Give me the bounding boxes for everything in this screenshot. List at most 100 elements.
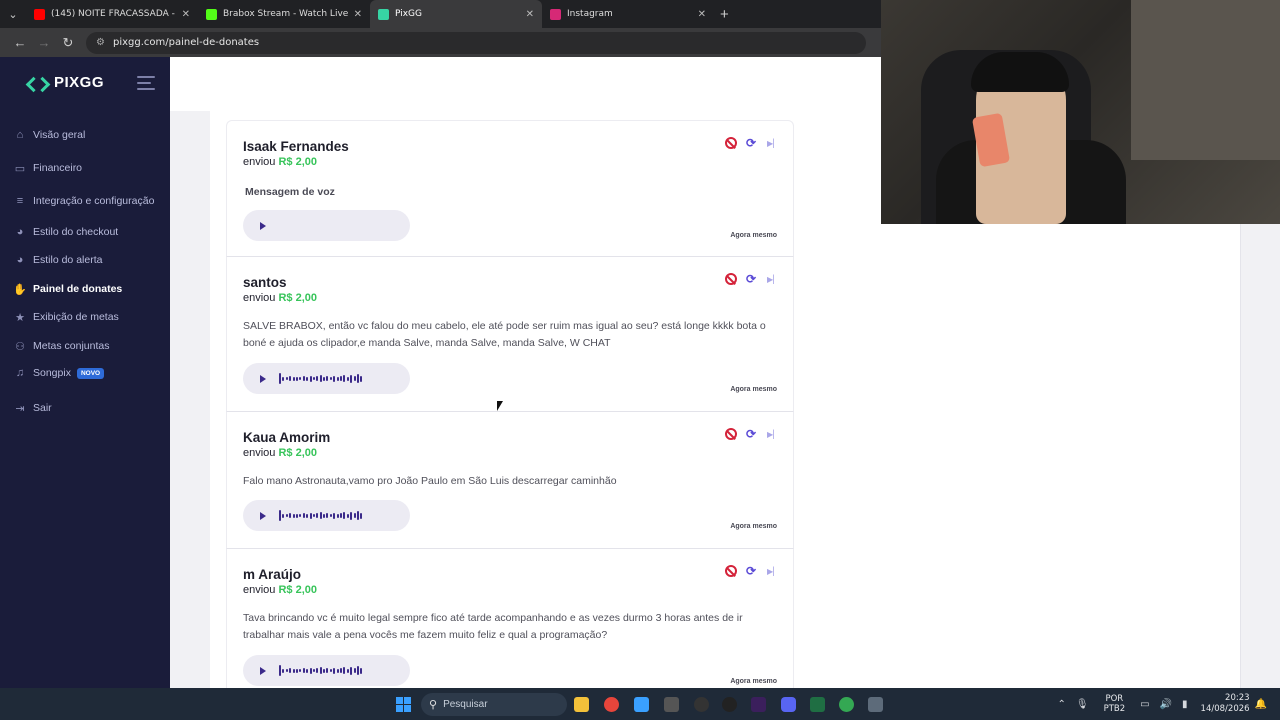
sidebar-item-label: Estilo do checkout [33,226,119,238]
app-icon[interactable] [722,697,737,712]
block-icon[interactable] [725,273,737,285]
browser-tab-pixgg[interactable]: PixGG ✕ [370,0,542,28]
donation-amount: R$ 2,00 [278,156,318,168]
sidebar-item-financeiro[interactable]: ▭ Financeiro [14,162,82,175]
right-panel [881,224,1241,688]
close-tab-icon[interactable]: ✕ [526,9,534,20]
sidebar-item-painel-donates[interactable]: ✋ Painel de donates [13,283,123,296]
waveform-bar [356,666,359,675]
sidebar-item-exibicao-metas[interactable]: ★ Exibição de metas [14,311,119,324]
sidebar-item-sair[interactable]: ⇥ Sair [14,402,51,415]
top-header [170,57,881,111]
donation-amount-line: enviou R$ 2,00 [243,447,317,459]
waveform-bar [360,512,363,519]
clock[interactable]: 20:23 14/08/2026 [1201,693,1250,715]
replay-icon[interactable]: ⟳ [746,428,758,440]
audio-player[interactable] [243,500,410,531]
skip-icon[interactable]: ▶▏ [767,139,779,148]
waveform-bar [326,376,329,381]
audio-waveform [279,509,364,523]
browser-tab-kick[interactable]: Brabox Stream - Watch Live on ✕ [198,0,370,28]
waveform-bar [329,669,332,672]
play-icon[interactable] [260,511,266,520]
waveform-bar [312,669,315,672]
forward-arrow-icon[interactable]: → [32,35,56,50]
waveform-bar [360,667,363,674]
tab-title: Instagram [567,9,613,19]
clock-date: 14/08/2026 [1200,704,1250,714]
wallet-icon: ▭ [14,162,26,175]
obs-icon[interactable] [694,697,709,712]
skip-icon[interactable]: ▶▏ [767,567,779,576]
sidebar-item-visao-geral[interactable]: ⌂ Visão geral [14,129,86,141]
home-icon: ⌂ [16,129,24,141]
play-icon[interactable] [260,374,266,383]
network-icon[interactable]: ▭ [1140,699,1149,710]
back-arrow-icon[interactable]: ← [8,35,32,50]
microphone-icon[interactable]: 🎙 [1076,699,1089,710]
donation-amount-line: enviou R$ 2,00 [243,156,317,168]
audio-waveform [279,664,364,678]
replay-icon[interactable]: ⟳ [746,137,758,149]
hand-coins-icon: ✋ [13,283,27,296]
tab-search-chevron-icon[interactable]: ⌄ [0,0,26,28]
waveform-bar [343,512,346,519]
skip-icon[interactable]: ▶▏ [767,275,779,284]
skip-icon[interactable]: ▶▏ [767,430,779,439]
close-tab-icon[interactable]: ✕ [354,9,362,20]
chrome-icon[interactable] [604,697,619,712]
chevron-up-icon[interactable]: ⌃ [1057,699,1065,710]
replay-icon[interactable]: ⟳ [746,273,758,285]
waveform-bar [282,668,285,673]
browser-tab-instagram[interactable]: Instagram ✕ [542,0,714,28]
sidebar-item-metas-conjuntas[interactable]: ⚇ Metas conjuntas [14,340,110,353]
battery-icon[interactable]: ▮ [1182,699,1188,710]
block-icon[interactable] [725,565,737,577]
block-icon[interactable] [725,137,737,149]
chrome-icon[interactable] [839,697,854,712]
play-icon[interactable] [260,666,266,675]
block-icon[interactable] [725,428,737,440]
sidebar-item-label: Metas conjuntas [33,340,110,352]
browser-tab-youtube[interactable]: (145) NOITE FRACASSADA - HE ✕ [26,0,198,28]
sidebar-item-estilo-alerta[interactable]: ◕ Estilo do alerta [14,254,103,266]
replay-icon[interactable]: ⟳ [746,565,758,577]
close-tab-icon[interactable]: ✕ [182,9,190,20]
discord-icon[interactable] [781,697,796,712]
waveform-bar [312,514,315,517]
app-icon[interactable] [664,697,679,712]
calculator-icon[interactable] [868,697,883,712]
app-icon[interactable] [634,697,649,712]
sidebar-item-integracao[interactable]: ≡ Integração e configuração [14,195,155,207]
notifications-icon[interactable]: 🔔 [1255,699,1267,710]
file-explorer-icon[interactable] [574,697,589,712]
sidebar-item-songpix[interactable]: ♫ Songpix NOVO [14,367,105,379]
app-icon[interactable] [751,697,766,712]
play-icon[interactable] [260,221,266,230]
waveform-bar [295,376,298,381]
url-input[interactable]: ⚙ pixgg.com/painel-de-donates [86,31,866,54]
taskbar-search[interactable]: ⚲ Pesquisar [421,693,567,716]
donation-amount: R$ 2,00 [278,292,318,304]
site-settings-icon[interactable]: ⚙ [96,37,105,48]
new-tab-icon[interactable]: + [720,6,729,23]
windows-start-icon[interactable] [396,697,411,712]
mouse-cursor [497,401,503,411]
excel-icon[interactable] [810,697,825,712]
close-tab-icon[interactable]: ✕ [698,9,706,20]
volume-icon[interactable]: 🔊 [1160,699,1172,710]
audio-player[interactable] [243,210,410,241]
audio-player[interactable] [243,655,410,686]
reload-icon[interactable]: ↻ [56,35,80,51]
audio-player[interactable] [243,363,410,394]
menu-collapse-icon[interactable] [137,76,155,94]
right-background [881,224,1280,688]
sidebar-item-estilo-checkout[interactable]: ◕ Estilo do checkout [14,226,119,238]
pixgg-logo[interactable]: PIXGG [28,74,104,91]
donation-amount-line: enviou R$ 2,00 [243,292,317,304]
waveform-bar [340,668,343,673]
webcam-overlay [881,0,1280,224]
language-indicator[interactable]: POR PTB2 [1104,694,1126,714]
waveform-bar [346,513,349,518]
sidebar-item-label: Painel de donates [33,283,123,295]
